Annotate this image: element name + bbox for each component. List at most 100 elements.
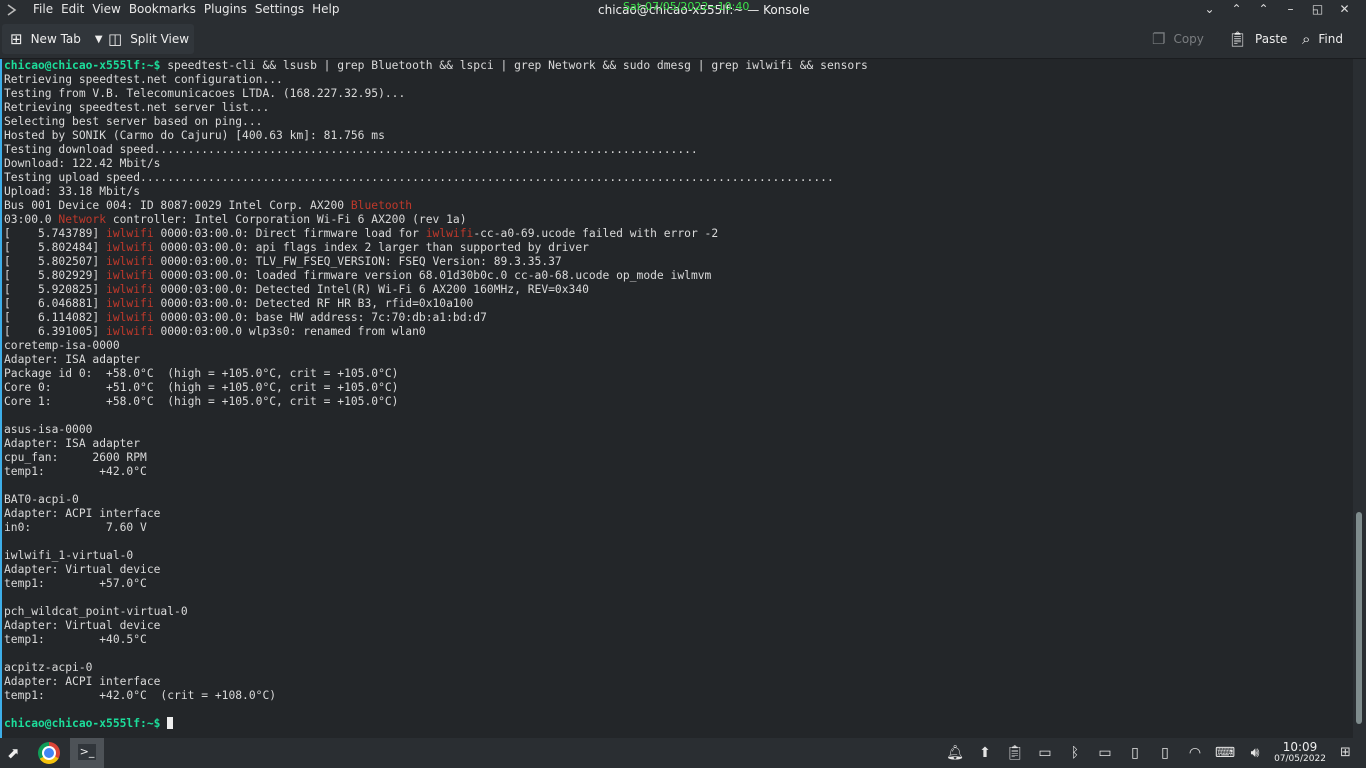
terminal-line: [ 6.046881] iwlwifi 0000:03:00.0: Detect… — [4, 297, 473, 310]
chrome-icon[interactable] — [38, 742, 60, 764]
terminal-line: temp1: +42.0°C (crit = +108.0°C) — [4, 689, 276, 702]
wifi-icon[interactable]: ◠ — [1180, 745, 1210, 761]
terminal-line: Adapter: ISA adapter — [4, 437, 140, 450]
line-text: Core 1: +58.0°C (high = +105.0°C, crit =… — [4, 395, 399, 408]
terminal-line: Package id 0: +58.0°C (high = +105.0°C, … — [4, 367, 398, 380]
terminal-line: coretemp-isa-0000 — [4, 339, 120, 352]
terminal-line: [ 5.920825] iwlwifi 0000:03:00.0: Detect… — [4, 283, 589, 296]
menu-view[interactable]: View — [92, 2, 128, 16]
copy-icon: ❐ — [1152, 30, 1166, 48]
new-tab-label: New Tab — [30, 32, 81, 46]
final-prompt: chicao@chicao-x555lf:~$ — [4, 717, 161, 730]
highlighted-match: iwlwifi — [106, 241, 154, 254]
terminal-line: BAT0-acpi-0 — [4, 493, 79, 506]
menu-edit[interactable]: Edit — [61, 2, 92, 16]
copy-label: Copy — [1173, 32, 1204, 46]
scrollbar-handle[interactable] — [1356, 512, 1362, 724]
window-titlebar: File Edit View Bookmarks Plugins Setting… — [0, 0, 1366, 20]
terminal-line: iwlwifi_1-virtual-0 — [4, 549, 133, 562]
terminal-line: Adapter: Virtual device — [4, 619, 160, 632]
menu-settings[interactable]: Settings — [255, 2, 312, 16]
line-text: Package id 0: +58.0°C (high = +105.0°C, … — [4, 367, 399, 380]
terminal-line: [ 5.743789] iwlwifi 0000:03:00.0: Direct… — [4, 227, 718, 240]
line-text: coretemp-isa-0000 — [4, 339, 120, 352]
paste-icon: 📋︎ — [1228, 30, 1248, 48]
update-icon[interactable]: ⬆ — [970, 745, 1000, 761]
command-text: speedtest-cli && lsusb | grep Bluetooth … — [160, 59, 868, 72]
line-text: Adapter: ACPI interface — [4, 675, 161, 688]
line-text: [ 6.114082] — [4, 311, 107, 324]
keyboard-icon[interactable]: ⌨ — [1210, 745, 1240, 761]
terminal-output: chicao@chicao-x555lf:~$ speedtest-cli &&… — [4, 59, 868, 731]
terminal-line: Testing upload speed....................… — [4, 171, 834, 184]
usb-icon[interactable]: ▯ — [1120, 745, 1150, 761]
line-text: 0000:03:00.0: api flags index 2 larger t… — [153, 241, 589, 254]
copy-button[interactable]: ❐ Copy — [1152, 20, 1204, 58]
minimize-icon[interactable]: – — [1277, 2, 1304, 16]
line-text: [ 5.802484] — [4, 241, 107, 254]
terminal-line: temp1: +42.0°C — [4, 465, 147, 478]
menu-file[interactable]: File — [33, 2, 61, 16]
taskbar: ⬈ >_ 🔔︎ ⬆ 📋︎ ▭ ᛒ ▭ ▯ ▯ ◠ ⌨ 🔊︎ 10:09 07/0… — [0, 738, 1366, 768]
display-icon[interactable]: ▭ — [1090, 745, 1120, 761]
split-view-button[interactable]: ◫ Split View — [108, 20, 189, 58]
clock-date: 07/05/2022 — [1274, 754, 1326, 764]
line-text: Testing upload speed....................… — [4, 171, 834, 184]
line-text: pch_wildcat_point-virtual-0 — [4, 605, 188, 618]
chevron-down-icon[interactable]: ▼ — [95, 34, 103, 45]
bluetooth-icon[interactable]: ᛒ — [1060, 745, 1090, 761]
konsole-task-button[interactable]: >_ — [70, 738, 104, 768]
maximize-icon[interactable]: ◱ — [1304, 2, 1331, 16]
line-text: [ 5.743789] — [4, 227, 107, 240]
terminal-line: Selecting best server based on ping... — [4, 115, 262, 128]
line-text: [ 5.920825] — [4, 283, 107, 296]
bell-icon[interactable]: 🔔︎ — [940, 745, 970, 761]
line-text: 0000:03:00.0 wlp3s0: renamed from wlan0 — [153, 325, 426, 338]
terminal-line: Core 1: +58.0°C (high = +105.0°C, crit =… — [4, 395, 398, 408]
terminal-line: [ 6.391005] iwlwifi 0000:03:00.0 wlp3s0:… — [4, 325, 426, 338]
clipboard-icon[interactable]: 📋︎ — [1000, 745, 1030, 761]
paste-button[interactable]: 📋︎ Paste — [1228, 20, 1287, 58]
volume-icon[interactable]: 🔊︎ — [1240, 745, 1270, 761]
battery-icon[interactable]: ▭ — [1030, 745, 1060, 761]
kde-launcher-icon[interactable]: ⬈ — [7, 744, 20, 762]
menu-bookmarks[interactable]: Bookmarks — [129, 2, 204, 16]
digital-clock[interactable]: 10:09 07/05/2022 — [1270, 741, 1330, 765]
line-text: Bus 001 Device 004: ID 8087:0029 Intel C… — [4, 199, 351, 212]
line-text: Adapter: Virtual device — [4, 563, 161, 576]
phone-icon[interactable]: ▯ — [1150, 745, 1180, 761]
line-text: Retrieving speedtest.net configuration..… — [4, 73, 283, 86]
line-text: 0000:03:00.0: Direct firmware load for — [153, 227, 426, 240]
new-tab-icon: ⊞ — [10, 30, 23, 48]
terminal-line: Testing from V.B. Telecomunicacoes LTDA.… — [4, 87, 405, 100]
keep-above-icon[interactable]: ⌃ — [1223, 2, 1250, 16]
terminal-line: Download: 122.42 Mbit/s — [4, 157, 160, 170]
show-desktop-icon[interactable]: ⊞ — [1340, 745, 1351, 760]
find-button[interactable]: ⌕ Find — [1302, 20, 1343, 58]
menu-help[interactable]: Help — [312, 2, 347, 16]
terminal-line: Core 0: +51.0°C (high = +105.0°C, crit =… — [4, 381, 398, 394]
menu-plugins[interactable]: Plugins — [204, 2, 255, 16]
terminal-line: asus-isa-0000 — [4, 423, 92, 436]
terminal-line: Adapter: ISA adapter — [4, 353, 140, 366]
terminal-line: Bus 001 Device 004: ID 8087:0029 Intel C… — [4, 199, 412, 212]
line-text: Upload: 33.18 Mbit/s — [4, 185, 141, 198]
terminal-line: Retrieving speedtest.net server list... — [4, 101, 269, 114]
line-text: -cc-a0-69.ucode failed with error -2 — [473, 227, 719, 240]
line-text: temp1: +42.0°C — [4, 465, 147, 478]
line-text: Adapter: ISA adapter — [4, 353, 141, 366]
terminal-scrollbar[interactable] — [1353, 59, 1366, 738]
system-tray: 🔔︎ ⬆ 📋︎ ▭ ᛒ ▭ ▯ ▯ ◠ ⌨ 🔊︎ — [940, 738, 1270, 768]
new-tab-button[interactable]: ⊞ New Tab ▼ — [10, 20, 103, 58]
clock-overlay: Sat-07/05/2022~10:40 — [623, 0, 750, 13]
terminal-view[interactable]: chicao@chicao-x555lf:~$ speedtest-cli &&… — [0, 59, 1354, 738]
line-text: Adapter: ACPI interface — [4, 507, 161, 520]
line-text: acpitz-acpi-0 — [4, 661, 93, 674]
line-text: Retrieving speedtest.net server list... — [4, 101, 270, 114]
find-label: Find — [1318, 32, 1343, 46]
shade-icon[interactable]: ⌃ — [1250, 2, 1277, 16]
terminal-line: Retrieving speedtest.net configuration..… — [4, 73, 283, 86]
line-text: controller: Intel Corporation Wi-Fi 6 AX… — [106, 213, 467, 226]
close-icon[interactable]: ✕ — [1331, 2, 1358, 16]
collapse-icon[interactable]: ⌄ — [1196, 2, 1223, 16]
